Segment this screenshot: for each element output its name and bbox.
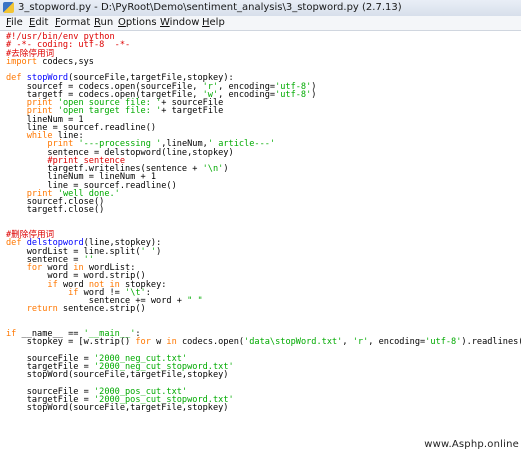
window-titlebar: 3_stopword.py - D:\PyRoot\Demo\sentiment… bbox=[0, 0, 521, 17]
code-line: targetf.close() bbox=[6, 205, 105, 216]
code-line: return sentence.strip() bbox=[6, 304, 146, 314]
code-token-keyword: import bbox=[6, 56, 38, 67]
code-token-plain: ) bbox=[223, 164, 229, 174]
code-token-keyword: for bbox=[135, 337, 151, 348]
menu-file[interactable]: File bbox=[6, 16, 23, 30]
window-title: 3_stopword.py - D:\PyRoot\Demo\sentiment… bbox=[18, 2, 402, 13]
menu-edit[interactable]: Edit bbox=[29, 16, 48, 30]
code-token-plain: ) bbox=[156, 246, 162, 257]
code-token-string: ' ' bbox=[140, 246, 157, 257]
code-token-plain: ) bbox=[311, 89, 317, 100]
code-token-string: 'data\stopWord.txt' bbox=[244, 337, 343, 348]
code-token-plain: w bbox=[150, 337, 167, 348]
code-token-plain: + targetFile bbox=[161, 106, 224, 117]
code-token-plain: stopWord(sourceFile,targetFile,stopkey) bbox=[6, 370, 229, 381]
menu-options[interactable]: Options bbox=[118, 16, 157, 30]
menu-run[interactable]: Run bbox=[94, 16, 113, 30]
code-token-string: 'utf-8' bbox=[275, 89, 312, 100]
code-token-plain: codecs,sys bbox=[37, 56, 94, 67]
code-token-plain: , bbox=[342, 337, 353, 348]
code-token-plain: , encoding= bbox=[218, 89, 276, 100]
code-token-plain: , encoding= bbox=[368, 337, 426, 348]
code-token-keyword: in bbox=[166, 337, 177, 348]
menu-window[interactable]: Window bbox=[160, 16, 199, 30]
menu-format[interactable]: Format bbox=[55, 16, 90, 30]
code-line: stopWord(sourceFile,targetFile,stopkey) bbox=[6, 370, 229, 381]
code-token-plain: ).readlines()] bbox=[461, 337, 521, 348]
code-token-string: " " bbox=[187, 296, 203, 306]
watermark: www.Asphp.online bbox=[424, 439, 519, 450]
menu-bar: File Edit Format Run Options Window Help bbox=[0, 16, 521, 31]
code-line: stopWord(sourceFile,targetFile,stopkey) bbox=[6, 403, 229, 414]
code-token-keyword: return bbox=[26, 304, 58, 315]
code-token-plain: stopkey = [w.strip() bbox=[6, 337, 136, 348]
code-token-string: 'r' bbox=[352, 337, 369, 348]
code-token-plain: stopWord(sourceFile,targetFile,stopkey) bbox=[6, 403, 229, 414]
code-token-plain: targetf.close() bbox=[6, 205, 105, 216]
code-line: stopkey = [w.strip() for w in codecs.ope… bbox=[6, 337, 521, 347]
menu-help[interactable]: Help bbox=[202, 16, 225, 30]
python-file-icon bbox=[3, 2, 14, 13]
code-token-plain: codecs.open( bbox=[176, 337, 245, 348]
code-token-string: 'utf-8' bbox=[425, 337, 462, 348]
code-line: import codecs,sys bbox=[6, 57, 94, 67]
code-token-plain: sentence.strip() bbox=[57, 304, 146, 315]
code-token-string: '\n' bbox=[202, 164, 224, 174]
code-editor[interactable]: #!/usr/bin/env python # -*- coding: utf-8… bbox=[0, 31, 521, 454]
